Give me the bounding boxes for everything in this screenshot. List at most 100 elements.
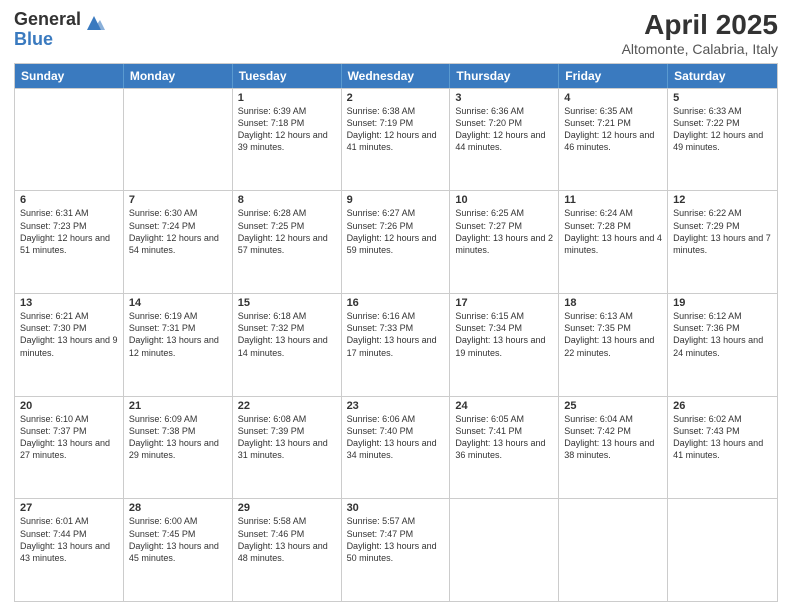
cell-info: Sunrise: 6:18 AM Sunset: 7:32 PM Dayligh…	[238, 310, 336, 359]
cell-day-number: 3	[455, 92, 553, 104]
calendar-cell: 27Sunrise: 6:01 AM Sunset: 7:44 PM Dayli…	[15, 499, 124, 601]
calendar-cell: 6Sunrise: 6:31 AM Sunset: 7:23 PM Daylig…	[15, 191, 124, 293]
cell-info: Sunrise: 6:00 AM Sunset: 7:45 PM Dayligh…	[129, 515, 227, 564]
cell-day-number: 28	[129, 502, 227, 514]
cell-day-number: 18	[564, 297, 662, 309]
cell-day-number: 1	[238, 92, 336, 104]
calendar-cell	[124, 89, 233, 191]
cell-day-number: 11	[564, 194, 662, 206]
page: General Blue April 2025 Altomonte, Calab…	[0, 0, 792, 612]
cell-day-number: 25	[564, 400, 662, 412]
calendar-cell: 5Sunrise: 6:33 AM Sunset: 7:22 PM Daylig…	[668, 89, 777, 191]
logo: General Blue	[14, 10, 105, 50]
calendar-cell	[15, 89, 124, 191]
cell-day-number: 10	[455, 194, 553, 206]
calendar: SundayMondayTuesdayWednesdayThursdayFrid…	[14, 63, 778, 602]
cal-header-day: Saturday	[668, 64, 777, 88]
cell-day-number: 14	[129, 297, 227, 309]
cell-info: Sunrise: 6:25 AM Sunset: 7:27 PM Dayligh…	[455, 207, 553, 256]
calendar-cell: 12Sunrise: 6:22 AM Sunset: 7:29 PM Dayli…	[668, 191, 777, 293]
calendar-cell: 3Sunrise: 6:36 AM Sunset: 7:20 PM Daylig…	[450, 89, 559, 191]
calendar-cell: 20Sunrise: 6:10 AM Sunset: 7:37 PM Dayli…	[15, 397, 124, 499]
calendar-cell: 21Sunrise: 6:09 AM Sunset: 7:38 PM Dayli…	[124, 397, 233, 499]
main-title: April 2025	[622, 10, 778, 41]
cell-day-number: 20	[20, 400, 118, 412]
calendar-cell: 24Sunrise: 6:05 AM Sunset: 7:41 PM Dayli…	[450, 397, 559, 499]
cal-header-day: Monday	[124, 64, 233, 88]
cell-day-number: 27	[20, 502, 118, 514]
calendar-cell: 15Sunrise: 6:18 AM Sunset: 7:32 PM Dayli…	[233, 294, 342, 396]
title-block: April 2025 Altomonte, Calabria, Italy	[622, 10, 778, 57]
cal-header-day: Thursday	[450, 64, 559, 88]
cell-info: Sunrise: 6:22 AM Sunset: 7:29 PM Dayligh…	[673, 207, 772, 256]
calendar-cell: 2Sunrise: 6:38 AM Sunset: 7:19 PM Daylig…	[342, 89, 451, 191]
cell-day-number: 9	[347, 194, 445, 206]
calendar-cell: 25Sunrise: 6:04 AM Sunset: 7:42 PM Dayli…	[559, 397, 668, 499]
cell-info: Sunrise: 6:06 AM Sunset: 7:40 PM Dayligh…	[347, 413, 445, 462]
calendar-cell	[450, 499, 559, 601]
cell-info: Sunrise: 6:38 AM Sunset: 7:19 PM Dayligh…	[347, 105, 445, 154]
cal-header-day: Sunday	[15, 64, 124, 88]
logo-icon	[83, 12, 105, 34]
cell-day-number: 5	[673, 92, 772, 104]
logo-blue: Blue	[14, 30, 81, 50]
calendar-cell: 18Sunrise: 6:13 AM Sunset: 7:35 PM Dayli…	[559, 294, 668, 396]
calendar-week: 27Sunrise: 6:01 AM Sunset: 7:44 PM Dayli…	[15, 498, 777, 601]
logo-text: General Blue	[14, 10, 81, 50]
calendar-cell: 19Sunrise: 6:12 AM Sunset: 7:36 PM Dayli…	[668, 294, 777, 396]
cell-day-number: 4	[564, 92, 662, 104]
cal-header-day: Wednesday	[342, 64, 451, 88]
cell-day-number: 19	[673, 297, 772, 309]
calendar-week: 6Sunrise: 6:31 AM Sunset: 7:23 PM Daylig…	[15, 190, 777, 293]
cell-info: Sunrise: 6:21 AM Sunset: 7:30 PM Dayligh…	[20, 310, 118, 359]
calendar-cell	[668, 499, 777, 601]
cell-day-number: 6	[20, 194, 118, 206]
cell-info: Sunrise: 6:04 AM Sunset: 7:42 PM Dayligh…	[564, 413, 662, 462]
cell-day-number: 17	[455, 297, 553, 309]
calendar-cell: 8Sunrise: 6:28 AM Sunset: 7:25 PM Daylig…	[233, 191, 342, 293]
cell-info: Sunrise: 6:12 AM Sunset: 7:36 PM Dayligh…	[673, 310, 772, 359]
cell-day-number: 30	[347, 502, 445, 514]
cell-day-number: 13	[20, 297, 118, 309]
calendar-cell: 1Sunrise: 6:39 AM Sunset: 7:18 PM Daylig…	[233, 89, 342, 191]
calendar-cell: 22Sunrise: 6:08 AM Sunset: 7:39 PM Dayli…	[233, 397, 342, 499]
calendar-cell: 29Sunrise: 5:58 AM Sunset: 7:46 PM Dayli…	[233, 499, 342, 601]
cell-info: Sunrise: 6:24 AM Sunset: 7:28 PM Dayligh…	[564, 207, 662, 256]
calendar-cell: 16Sunrise: 6:16 AM Sunset: 7:33 PM Dayli…	[342, 294, 451, 396]
cell-day-number: 2	[347, 92, 445, 104]
cell-day-number: 24	[455, 400, 553, 412]
subtitle: Altomonte, Calabria, Italy	[622, 41, 778, 57]
cell-info: Sunrise: 6:30 AM Sunset: 7:24 PM Dayligh…	[129, 207, 227, 256]
calendar-header: SundayMondayTuesdayWednesdayThursdayFrid…	[15, 64, 777, 88]
cell-info: Sunrise: 6:19 AM Sunset: 7:31 PM Dayligh…	[129, 310, 227, 359]
calendar-cell: 17Sunrise: 6:15 AM Sunset: 7:34 PM Dayli…	[450, 294, 559, 396]
cell-day-number: 12	[673, 194, 772, 206]
cell-info: Sunrise: 6:09 AM Sunset: 7:38 PM Dayligh…	[129, 413, 227, 462]
cell-info: Sunrise: 6:16 AM Sunset: 7:33 PM Dayligh…	[347, 310, 445, 359]
cell-info: Sunrise: 6:13 AM Sunset: 7:35 PM Dayligh…	[564, 310, 662, 359]
cell-info: Sunrise: 6:05 AM Sunset: 7:41 PM Dayligh…	[455, 413, 553, 462]
cell-day-number: 15	[238, 297, 336, 309]
calendar-cell: 7Sunrise: 6:30 AM Sunset: 7:24 PM Daylig…	[124, 191, 233, 293]
cell-info: Sunrise: 6:02 AM Sunset: 7:43 PM Dayligh…	[673, 413, 772, 462]
cell-day-number: 22	[238, 400, 336, 412]
header: General Blue April 2025 Altomonte, Calab…	[14, 10, 778, 57]
calendar-cell: 11Sunrise: 6:24 AM Sunset: 7:28 PM Dayli…	[559, 191, 668, 293]
cal-header-day: Friday	[559, 64, 668, 88]
calendar-week: 20Sunrise: 6:10 AM Sunset: 7:37 PM Dayli…	[15, 396, 777, 499]
calendar-week: 13Sunrise: 6:21 AM Sunset: 7:30 PM Dayli…	[15, 293, 777, 396]
cell-day-number: 29	[238, 502, 336, 514]
cell-day-number: 26	[673, 400, 772, 412]
cell-info: Sunrise: 6:28 AM Sunset: 7:25 PM Dayligh…	[238, 207, 336, 256]
calendar-cell: 9Sunrise: 6:27 AM Sunset: 7:26 PM Daylig…	[342, 191, 451, 293]
calendar-cell: 4Sunrise: 6:35 AM Sunset: 7:21 PM Daylig…	[559, 89, 668, 191]
cell-info: Sunrise: 6:36 AM Sunset: 7:20 PM Dayligh…	[455, 105, 553, 154]
cell-info: Sunrise: 6:01 AM Sunset: 7:44 PM Dayligh…	[20, 515, 118, 564]
cell-info: Sunrise: 6:33 AM Sunset: 7:22 PM Dayligh…	[673, 105, 772, 154]
calendar-body: 1Sunrise: 6:39 AM Sunset: 7:18 PM Daylig…	[15, 88, 777, 601]
calendar-cell: 10Sunrise: 6:25 AM Sunset: 7:27 PM Dayli…	[450, 191, 559, 293]
cal-header-day: Tuesday	[233, 64, 342, 88]
calendar-cell: 13Sunrise: 6:21 AM Sunset: 7:30 PM Dayli…	[15, 294, 124, 396]
cell-day-number: 23	[347, 400, 445, 412]
cell-info: Sunrise: 6:08 AM Sunset: 7:39 PM Dayligh…	[238, 413, 336, 462]
